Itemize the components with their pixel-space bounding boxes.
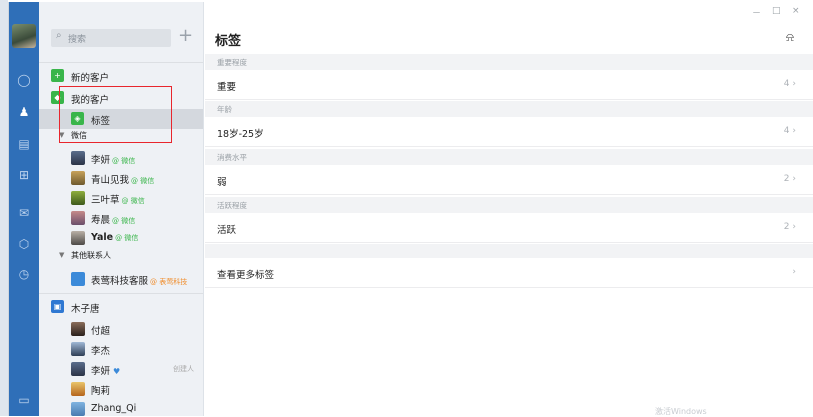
member-item[interactable]: 付超 [39, 319, 203, 339]
section-header: 活跃程度 [205, 197, 813, 213]
desktop-edge [0, 0, 8, 416]
member-label: 陶莉 [91, 386, 111, 397]
tag-row[interactable]: 活跃 2 › [205, 213, 813, 243]
contact-label: 表莺科技客服 @ 表莺科技 [91, 276, 188, 287]
member-label: 付超 [91, 326, 111, 337]
contacts-panel: ⌕ 搜索 + + 新的客户 ◆ 我的客户 ◈ 标签 ▼ 微信 李妍 @ 微信 青… [39, 2, 204, 416]
contact-avatar [71, 191, 85, 205]
contact-item[interactable]: 表莺科技客服 @ 表莺科技 [39, 269, 203, 289]
contact-item[interactable]: 三叶草 @ 微信 [39, 188, 203, 208]
contact-avatar [71, 231, 85, 245]
more-tags-label: 查看更多标签 [217, 270, 275, 281]
member-item[interactable]: 李杰 [39, 339, 203, 359]
tag-count: 2 › [783, 174, 796, 184]
member-label: 李杰 [91, 346, 111, 357]
maximize-button[interactable]: □ [772, 6, 781, 16]
add-button[interactable]: + [178, 26, 193, 46]
activate-windows-watermark: 激活Windows [655, 407, 707, 416]
contact-item[interactable]: 李妍 @ 微信 [39, 148, 203, 168]
member-avatar [71, 402, 85, 416]
member-avatar [71, 322, 85, 336]
org-header[interactable]: ▣ 木子唐 [39, 297, 203, 317]
tag-label: 18岁-25岁 [217, 129, 264, 140]
page-title: 标签 [215, 34, 242, 49]
member-label: Zhang_Qi [91, 403, 137, 414]
tags-panel: － □ × 标签 ⍾ 重要程度 重要 4 › 年龄 18岁-25岁 4 › 消费… [205, 2, 813, 416]
contact-label: Yale @ 微信 [91, 232, 139, 243]
new-customers-label: 新的客户 [71, 73, 110, 84]
member-role: 创建人 [173, 365, 194, 373]
chevron-right-icon: › [792, 267, 796, 277]
section-header: 重要程度 [205, 54, 813, 70]
member-avatar [71, 382, 85, 396]
tag-label: 重要 [217, 82, 237, 93]
tag-count: 4 › [783, 79, 796, 89]
contact-avatar [71, 171, 85, 185]
minimize-button[interactable]: － [752, 6, 761, 19]
tag-count: 2 › [783, 222, 796, 232]
search-input[interactable]: ⌕ 搜索 [51, 29, 171, 47]
org-icon: ▣ [51, 300, 64, 313]
mail-icon[interactable]: ✉ [16, 205, 32, 221]
new-customers-item[interactable]: + 新的客户 [39, 66, 203, 86]
contact-label: 三叶草 @ 微信 [91, 195, 145, 206]
section-gap [205, 244, 813, 258]
document-icon[interactable]: ▭ [16, 392, 32, 408]
divider [39, 62, 203, 63]
tag-row[interactable]: 18岁-25岁 4 › [205, 117, 813, 147]
member-item[interactable]: 陶莉 [39, 379, 203, 399]
section-header: 消费水平 [205, 149, 813, 165]
settings-hex-icon[interactable]: ⬡ [16, 236, 32, 252]
more-tags-row[interactable]: 查看更多标签 › [205, 258, 813, 288]
new-customer-icon: + [51, 69, 64, 82]
search-icon: ⌕ [56, 30, 62, 41]
search-row: ⌕ 搜索 + [51, 26, 197, 49]
contacts-icon[interactable]: ♟ [16, 104, 32, 120]
bell-icon[interactable]: ⍾ [786, 30, 794, 45]
tag-row[interactable]: 弱 2 › [205, 165, 813, 195]
tag-label: 活跃 [217, 225, 237, 236]
org-label: 木子唐 [71, 304, 100, 315]
divider [39, 293, 203, 294]
contact-item[interactable]: 寿晨 @ 微信 [39, 208, 203, 228]
user-avatar[interactable] [12, 24, 36, 48]
other-group-label: 其他联系人 [71, 251, 111, 260]
contact-label: 青山见我 @ 微信 [91, 175, 155, 186]
search-placeholder: 搜索 [68, 35, 87, 45]
section-header: 年龄 [205, 101, 813, 117]
other-group-header[interactable]: ▼ 其他联系人 [39, 249, 203, 265]
sidebar-rail: ◯ ♟ ▤ ⊞ ✉ ⬡ ◷ ▭ [9, 2, 39, 416]
member-item[interactable]: Zhang_Qi [39, 399, 203, 416]
tag-row[interactable]: 重要 4 › [205, 70, 813, 100]
contact-avatar [71, 211, 85, 225]
close-button[interactable]: × [792, 6, 800, 16]
clock-icon[interactable]: ◷ [16, 266, 32, 282]
contact-item[interactable]: 青山见我 @ 微信 [39, 168, 203, 188]
apps-grid-icon[interactable]: ⊞ [16, 167, 32, 183]
contact-label: 李妍 @ 微信 [91, 155, 136, 166]
contact-avatar [71, 272, 85, 286]
highlight-box [59, 86, 172, 143]
member-avatar [71, 362, 85, 376]
tag-label: 弱 [217, 177, 227, 188]
member-avatar [71, 342, 85, 356]
expand-triangle-icon: ▼ [59, 251, 65, 259]
member-label: 李妍 ♥ [91, 366, 121, 377]
contact-item[interactable]: Yale @ 微信 [39, 228, 203, 248]
contact-label: 寿晨 @ 微信 [91, 215, 136, 226]
member-item[interactable]: 李妍 ♥ 创建人 [39, 359, 203, 379]
contact-avatar [71, 151, 85, 165]
tag-count: 4 › [783, 126, 796, 136]
calendar-icon[interactable]: ▤ [16, 136, 32, 152]
chat-bubble-icon[interactable]: ◯ [16, 72, 32, 88]
app-window: ◯ ♟ ▤ ⊞ ✉ ⬡ ◷ ▭ ⌕ 搜索 + + 新的客户 ◆ 我的客户 ◈ 标… [8, 2, 813, 416]
